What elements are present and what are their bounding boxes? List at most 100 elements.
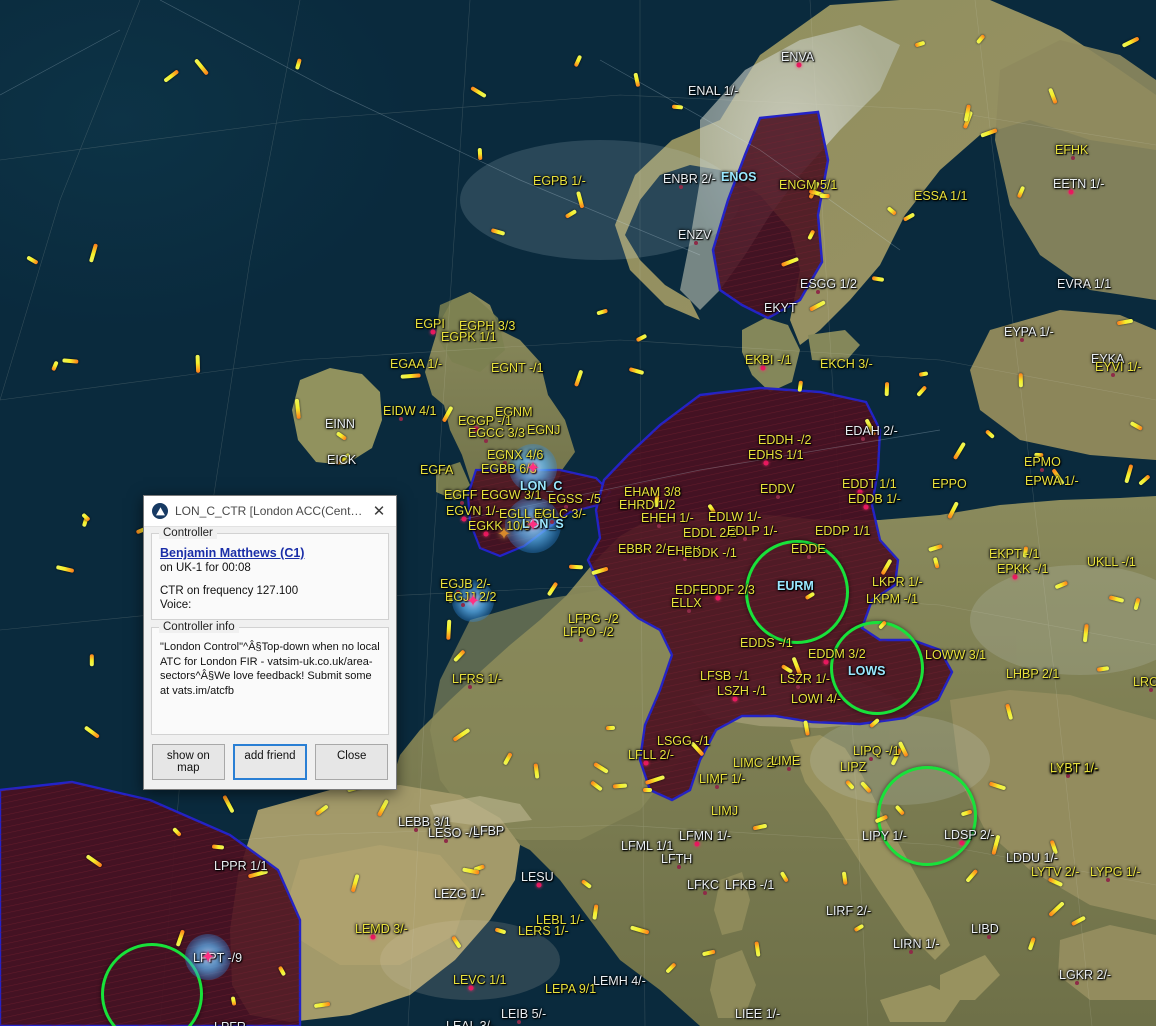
- map-label-lfsb[interactable]: LFSB -/1: [700, 670, 749, 683]
- map-label-ebbr[interactable]: EBBR 2/-: [618, 543, 670, 556]
- map-label-leso[interactable]: LESO -/1: [428, 827, 479, 840]
- map-label-lppr[interactable]: LPPR 1/1: [214, 860, 268, 873]
- map-label-lfmn[interactable]: LFMN 1/-: [679, 830, 731, 843]
- close-icon[interactable]: ✕: [366, 499, 392, 523]
- map-label-lkpr[interactable]: LKPR 1/-: [872, 576, 923, 589]
- sector-label-lows[interactable]: LOWS: [848, 665, 886, 678]
- map-label-leib[interactable]: LEIB 5/-: [501, 1008, 546, 1021]
- map-label-eidw[interactable]: EIDW 4/1: [383, 405, 437, 418]
- map-label-ekyt[interactable]: EKYT: [764, 302, 797, 315]
- map-label-ekbi[interactable]: EKBI -/1: [745, 354, 792, 367]
- aircraft-symbol[interactable]: [446, 619, 452, 640]
- map-label-epwa[interactable]: EPWA 1/-: [1025, 475, 1079, 488]
- map-label-lime[interactable]: LIME: [771, 755, 800, 768]
- map-label-levc[interactable]: LEVC 1/1: [453, 974, 507, 987]
- map-label-lfkc[interactable]: LFKC: [687, 879, 719, 892]
- map-label-lfpo[interactable]: LFPO -/2: [563, 626, 614, 639]
- map-label-eddp[interactable]: EDDP 1/1: [815, 525, 870, 538]
- show-on-map-button[interactable]: show on map: [152, 744, 225, 780]
- sector-label-lon_c[interactable]: LON_C: [520, 480, 562, 493]
- map-label-esgg[interactable]: ESGG 1/2: [800, 278, 857, 291]
- map-label-eyvi[interactable]: EYVI 1/-: [1095, 361, 1142, 374]
- controller-info-dialog[interactable]: LON_C_CTR [London ACC(Centra... ✕ Contro…: [143, 495, 397, 790]
- map-label-enva[interactable]: ENVA: [781, 51, 814, 64]
- map-label-edhs[interactable]: EDHS 1/1: [748, 449, 804, 462]
- map-label-eick[interactable]: EICK: [327, 454, 356, 467]
- map-label-lemd[interactable]: LEMD 3/-: [355, 923, 408, 936]
- map-label-egnj[interactable]: EGNJ: [527, 424, 560, 437]
- map-label-eheh[interactable]: EHEH 1/-: [641, 512, 694, 525]
- map-label-enbr[interactable]: ENBR 2/-: [663, 173, 716, 186]
- aircraft-symbol[interactable]: [884, 381, 889, 396]
- sector-label-enos[interactable]: ENOS: [721, 171, 756, 184]
- map-label-lers[interactable]: LERS 1/-: [518, 925, 569, 938]
- aircraft-symbol[interactable]: [568, 564, 584, 570]
- map-label-lfth[interactable]: LFTH: [661, 853, 692, 866]
- map-label-egpk[interactable]: EGPK 1/1: [441, 331, 497, 344]
- map-label-loww[interactable]: LOWW 3/1: [925, 649, 986, 662]
- map-label-egnt[interactable]: EGNT -/1: [491, 362, 544, 375]
- map-label-lemh[interactable]: LEMH 4/-: [593, 975, 646, 988]
- map-label-engm[interactable]: ENGM 5/1: [779, 179, 837, 192]
- map-label-essa[interactable]: ESSA 1/1: [914, 190, 968, 203]
- map-label-eddf[interactable]: EDDF 2/3: [700, 584, 755, 597]
- map-label-epkk[interactable]: EPKK -/1: [997, 563, 1048, 576]
- map-label-limj[interactable]: LIMJ: [711, 805, 738, 818]
- map-label-lfll[interactable]: LFLL 2/-: [628, 749, 674, 762]
- map-label-lrcl[interactable]: LRCL: [1133, 676, 1156, 689]
- map-label-lsgg[interactable]: LSGG -/1: [657, 735, 710, 748]
- map-label-ekpt[interactable]: EKPT -/1: [989, 548, 1039, 561]
- map-label-lipz[interactable]: LIPZ: [840, 761, 866, 774]
- map-label-lszh[interactable]: LSZH -/1: [717, 685, 767, 698]
- map-label-lszr[interactable]: LSZR 1/-: [780, 673, 830, 686]
- map-label-epmo[interactable]: EPMO: [1024, 456, 1061, 469]
- map-label-liee[interactable]: LIEE 1/-: [735, 1008, 780, 1021]
- map-label-lypg[interactable]: LYPG 1/-: [1090, 866, 1140, 879]
- map-label-ellx[interactable]: ELLX: [671, 597, 702, 610]
- map-label-edah[interactable]: EDAH 2/-: [845, 425, 898, 438]
- map-label-ekch[interactable]: EKCH 3/-: [820, 358, 873, 371]
- dialog-title-bar[interactable]: LON_C_CTR [London ACC(Centra... ✕: [144, 496, 396, 527]
- add-friend-button[interactable]: add friend: [232, 744, 308, 780]
- map-label-egaa[interactable]: EGAA 1/-: [390, 358, 442, 371]
- map-label-lhbp[interactable]: LHBP 2/1: [1006, 668, 1059, 681]
- map-label-eddt[interactable]: EDDT 1/1: [842, 478, 897, 491]
- map-label-edde[interactable]: EDDE: [791, 543, 826, 556]
- map-label-lirn[interactable]: LIRN 1/-: [893, 938, 940, 951]
- map-label-egvn[interactable]: EGVN 1/-: [446, 505, 500, 518]
- close-button[interactable]: Close: [315, 744, 389, 780]
- map-label-lesu[interactable]: LESU: [521, 871, 554, 884]
- map-label-lezg[interactable]: LEZG 1/-: [434, 888, 485, 901]
- map-label-eddv[interactable]: EDDV: [760, 483, 795, 496]
- map-label-eddb[interactable]: EDDB 1/-: [848, 493, 901, 506]
- map-label-ldsp[interactable]: LDSP 2/-: [944, 829, 995, 842]
- map-label-edds[interactable]: EDDS -/1: [740, 637, 793, 650]
- aircraft-symbol[interactable]: [606, 725, 616, 731]
- map-label-lfbp[interactable]: LFBP: [473, 825, 504, 838]
- map-label-lfkb[interactable]: LFKB -/1: [725, 879, 774, 892]
- aircraft-symbol[interactable]: [195, 355, 200, 374]
- map-label-ehrd[interactable]: EHRD 1/2: [619, 499, 675, 512]
- controller-name-link[interactable]: Benjamin Matthews (C1): [160, 546, 380, 560]
- map-label-lipy[interactable]: LIPY 1/-: [862, 830, 907, 843]
- map-label-eppo[interactable]: EPPO: [932, 478, 967, 491]
- map-label-limf[interactable]: LIMF 1/-: [699, 773, 746, 786]
- map-label-egcc[interactable]: EGCC 3/3: [468, 427, 525, 440]
- map-label-egfa[interactable]: EGFA: [420, 464, 453, 477]
- map-label-leal[interactable]: LEAL 3/-: [446, 1020, 494, 1026]
- map-label-enzv[interactable]: ENZV: [678, 229, 711, 242]
- map-label-evra[interactable]: EVRA 1/1: [1057, 278, 1111, 291]
- map-label-egss[interactable]: EGSS -/5: [548, 493, 601, 506]
- map-label-lddu[interactable]: LDDU 1/-: [1006, 852, 1058, 865]
- map-label-efhk[interactable]: EFHK: [1055, 144, 1088, 157]
- map-label-eddh[interactable]: EDDH -/2: [758, 434, 811, 447]
- map-label-lytv[interactable]: LYTV 2/-: [1031, 866, 1079, 879]
- map-label-lpfr[interactable]: LPFR: [214, 1021, 246, 1026]
- aircraft-symbol[interactable]: [90, 654, 95, 667]
- map-label-eddm[interactable]: EDDM 3/2: [808, 648, 866, 661]
- map-label-lgkr[interactable]: LGKR 2/-: [1059, 969, 1111, 982]
- map-label-egff[interactable]: EGFF: [444, 489, 477, 502]
- map-label-ukll[interactable]: UKLL -/1: [1087, 556, 1136, 569]
- map-label-libd[interactable]: LIBD: [971, 923, 999, 936]
- map-label-eypa[interactable]: EYPA 1/-: [1004, 326, 1054, 339]
